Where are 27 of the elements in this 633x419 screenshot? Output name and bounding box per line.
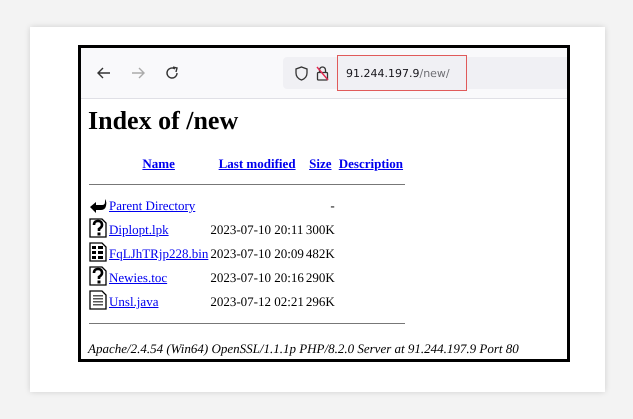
page-heading: Index of /new bbox=[88, 105, 240, 137]
modified-date: 2023-07-10 20:09 bbox=[210, 246, 304, 261]
question-file-icon bbox=[89, 266, 107, 286]
file-link[interactable]: Unsl.java bbox=[109, 294, 158, 309]
file-link[interactable]: Newies.toc bbox=[109, 270, 168, 285]
file-size: 300K bbox=[306, 222, 335, 237]
file-size: 296K bbox=[306, 294, 335, 309]
text-file-icon bbox=[89, 290, 107, 310]
file-size: 290K bbox=[306, 270, 335, 285]
column-sort-link[interactable]: Size bbox=[309, 156, 332, 171]
file-link[interactable]: Diplopt.lpk bbox=[109, 222, 169, 237]
column-sort-link[interactable]: Last modified bbox=[218, 156, 296, 171]
file-size: 482K bbox=[306, 246, 335, 261]
modified-date: 2023-07-10 20:16 bbox=[210, 270, 304, 285]
insecure-lock-icon[interactable] bbox=[316, 66, 329, 80]
file-link[interactable]: FqLJhTRjp228.bin bbox=[109, 246, 208, 261]
modified-date: 2023-07-10 20:11 bbox=[210, 222, 304, 237]
server-signature: Apache/2.4.54 (Win64) OpenSSL/1.1.1p PHP/8.2.0 Server at 91.244.197.9 Port 80 bbox=[88, 341, 520, 357]
shield-icon[interactable] bbox=[295, 66, 308, 80]
question-file-icon bbox=[89, 218, 107, 238]
binary-file-icon bbox=[89, 242, 107, 262]
modified-date: 2023-07-12 02:21 bbox=[210, 294, 304, 309]
url-field[interactable]: 91.244.197.9/new/ bbox=[337, 55, 467, 91]
file-size: - bbox=[330, 198, 335, 213]
column-sort-link[interactable]: Name bbox=[142, 156, 175, 171]
file-link[interactable]: Parent Directory bbox=[109, 198, 196, 213]
column-sort-link[interactable]: Description bbox=[338, 156, 404, 171]
